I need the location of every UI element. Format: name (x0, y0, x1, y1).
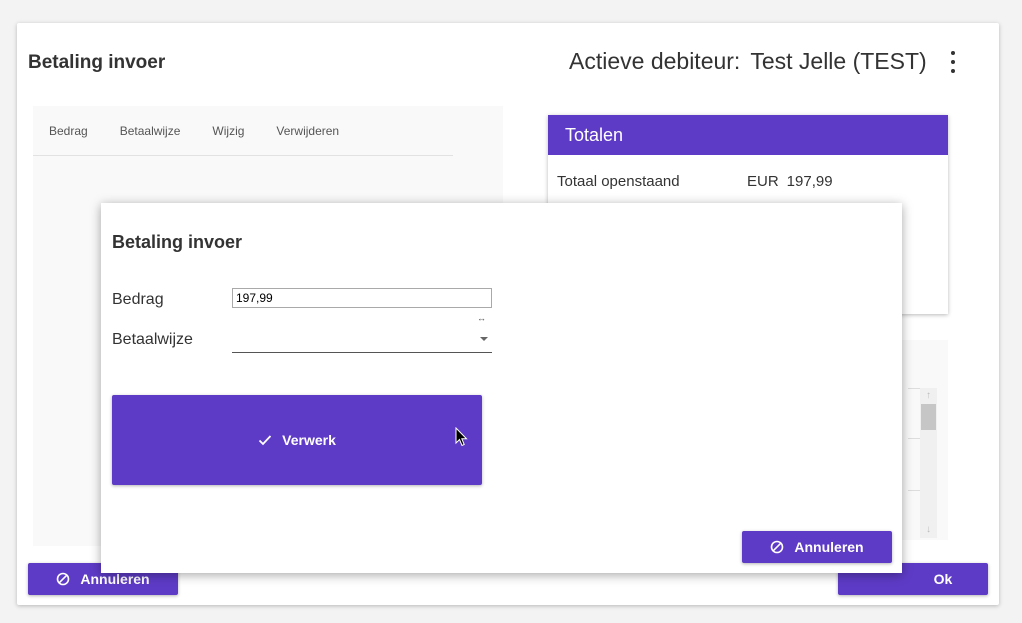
column-header-betaalwijze[interactable]: Betaalwijze (120, 124, 181, 138)
payment-dialog: Betaling invoer Bedrag 197,99 ↔ Betaalwi… (101, 203, 902, 573)
annuleren-button-label: Annuleren (794, 539, 864, 555)
annuleren-button[interactable]: Annuleren (742, 531, 892, 563)
column-header-wijzig[interactable]: Wijzig (212, 124, 244, 138)
active-debtor-name: Test Jelle (TEST) (750, 48, 927, 74)
vertical-scrollbar[interactable]: ↑ ↓ (920, 388, 937, 538)
table-header: Bedrag Betaalwijze Wijzig Verwijderen (33, 106, 453, 156)
block-icon (770, 540, 784, 554)
totals-label: Totaal openstaand (557, 173, 680, 190)
active-debtor: Actieve debiteur: Test Jelle (TEST) (569, 48, 927, 75)
more-vert-icon[interactable] (947, 51, 959, 73)
check-icon (258, 434, 272, 446)
grid-divider (908, 388, 920, 389)
caret-down-icon (480, 337, 488, 341)
verwerk-button-label: Verwerk (282, 432, 336, 448)
betaalwijze-select[interactable] (232, 325, 492, 353)
mouse-pointer-icon (455, 427, 468, 447)
scroll-up-icon[interactable]: ↑ (920, 388, 937, 404)
grid-divider (908, 438, 920, 439)
column-header-verwijderen[interactable]: Verwijderen (276, 124, 339, 138)
block-icon (56, 572, 70, 586)
resize-handle-icon: ↔ (477, 313, 486, 323)
dialog-title: Betaling invoer (112, 232, 243, 252)
verwerk-button[interactable]: Verwerk (112, 395, 482, 485)
bedrag-label: Bedrag (112, 291, 164, 308)
cancel-button-label: Annuleren (80, 571, 150, 587)
bedrag-input[interactable]: 197,99 (232, 288, 492, 308)
totals-amount: 197,99 (786, 173, 833, 190)
scrollbar-thumb[interactable] (921, 404, 936, 430)
column-header-bedrag[interactable]: Bedrag (49, 124, 88, 138)
grid-divider (908, 490, 920, 491)
scroll-down-icon[interactable]: ↓ (920, 522, 937, 538)
ok-button-label: Ok (933, 571, 953, 587)
page-title: Betaling invoer (28, 52, 166, 73)
active-debtor-label: Actieve debiteur: (569, 48, 741, 74)
totals-row: Totaal openstaand EUR 197,99 (557, 173, 833, 190)
totals-header: Totalen (548, 115, 948, 155)
betaalwijze-label: Betaalwijze (112, 331, 193, 348)
totals-currency: EUR (747, 173, 779, 190)
